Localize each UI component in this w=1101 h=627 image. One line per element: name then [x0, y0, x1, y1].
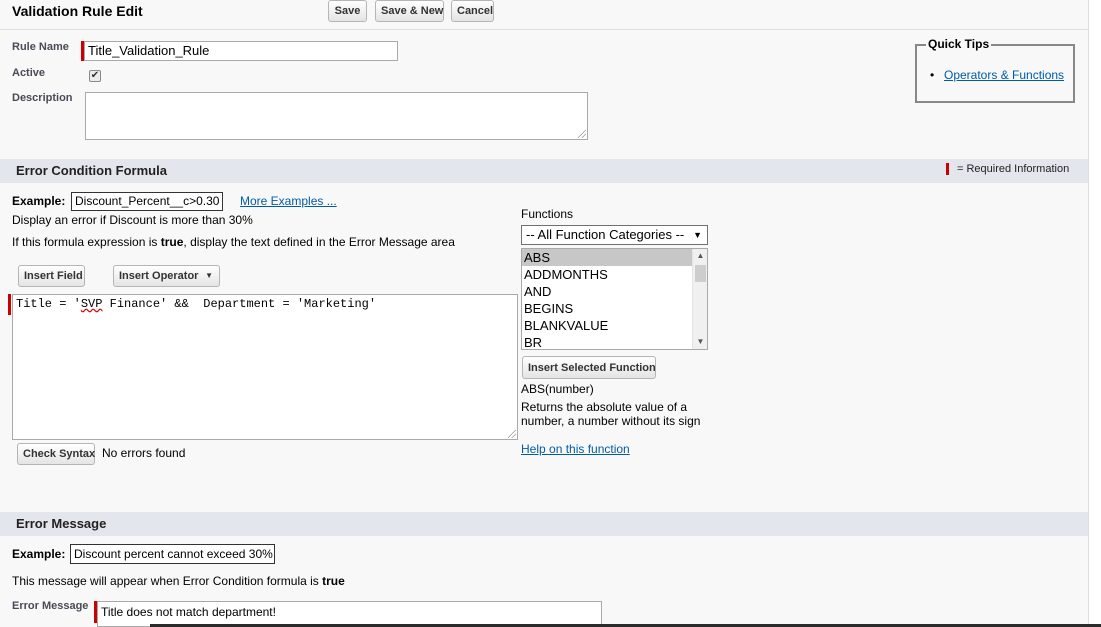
- description-textarea[interactable]: [85, 92, 588, 140]
- function-option[interactable]: AND: [522, 283, 707, 300]
- dropdown-arrow-icon: ▼: [205, 271, 213, 280]
- required-legend-bar: [946, 163, 949, 175]
- error-condition-section-title: Error Condition Formula: [16, 163, 167, 178]
- error-example-label: Example:: [12, 547, 66, 561]
- description-label: Description: [12, 92, 73, 104]
- scroll-up-icon[interactable]: ▲: [693, 249, 707, 263]
- resize-handle-icon[interactable]: [578, 130, 586, 138]
- rule-name-label: Rule Name: [12, 41, 69, 53]
- formula-text: Title = 'SVP Finance' && Department = 'M…: [16, 297, 377, 311]
- active-label: Active: [12, 67, 46, 79]
- cancel-button[interactable]: Cancel: [451, 0, 494, 22]
- save-button[interactable]: Save: [328, 0, 367, 22]
- function-option[interactable]: ADDMONTHS: [522, 266, 707, 283]
- resize-handle-icon[interactable]: [508, 430, 516, 438]
- error-example-message: Discount percent cannot exceed 30%: [70, 544, 275, 564]
- insert-selected-function-button[interactable]: Insert Selected Function: [522, 356, 656, 379]
- example-formula: Discount_Percent__c>0.30: [71, 192, 223, 211]
- active-checkbox[interactable]: ✔: [89, 70, 101, 82]
- page-title: Validation Rule Edit: [12, 3, 143, 19]
- formula-required-indicator: [8, 294, 11, 315]
- function-option[interactable]: BLANKVALUE: [522, 317, 707, 334]
- function-option[interactable]: BEGINS: [522, 300, 707, 317]
- chevron-down-icon: ▼: [693, 230, 702, 240]
- functions-list: ABS ADDMONTHS AND BEGINS BLANKVALUE BR: [522, 249, 707, 349]
- example-label: Example:: [12, 194, 66, 208]
- error-message-section-header: Error Message: [0, 512, 1088, 536]
- function-option[interactable]: ABS: [522, 249, 707, 266]
- function-description: Returns the absolute value of a number, …: [521, 400, 701, 428]
- error-message-section-title: Error Message: [16, 516, 107, 531]
- functions-label: Functions: [521, 207, 574, 221]
- operators-functions-link[interactable]: Operators & Functions: [944, 68, 1064, 82]
- error-message-label: Error Message: [12, 600, 89, 612]
- formula-info-text: If this formula expression is true, disp…: [12, 235, 455, 249]
- scroll-thumb[interactable]: [695, 265, 706, 282]
- check-syntax-button[interactable]: Check Syntax: [17, 443, 95, 465]
- required-legend-text: = Required Information: [957, 163, 1070, 175]
- formula-editor[interactable]: Title = 'SVP Finance' && Department = 'M…: [12, 294, 518, 440]
- function-category-select[interactable]: -- All Function Categories -- ▼: [521, 225, 708, 245]
- help-on-function-link[interactable]: Help on this function: [521, 442, 630, 456]
- header-divider: [0, 29, 1088, 30]
- function-signature: ABS(number): [521, 382, 594, 396]
- function-option[interactable]: BR: [522, 334, 707, 349]
- insert-field-button[interactable]: Insert Field: [18, 265, 85, 287]
- save-and-new-button[interactable]: Save & New: [375, 0, 444, 22]
- error-condition-section-header: Error Condition Formula = Required Infor…: [0, 159, 1088, 183]
- scroll-down-icon[interactable]: ▼: [693, 335, 707, 349]
- bullet-icon: •: [930, 68, 935, 82]
- quick-tips-title: Quick Tips: [926, 37, 992, 51]
- insert-operator-button[interactable]: Insert Operator ▼: [113, 265, 220, 287]
- example-description: Display an error if Discount is more tha…: [12, 213, 253, 227]
- window-right-edge: [1088, 0, 1101, 627]
- page: Validation Rule Edit Save Save & New Can…: [0, 0, 1088, 627]
- functions-listbox[interactable]: ABS ADDMONTHS AND BEGINS BLANKVALUE BR ▲ ▼: [521, 248, 708, 350]
- rule-name-input[interactable]: Title_Validation_Rule: [84, 41, 398, 61]
- syntax-status: No errors found: [102, 446, 186, 460]
- more-examples-link[interactable]: More Examples ...: [240, 194, 337, 208]
- functions-scrollbar[interactable]: ▲ ▼: [692, 249, 707, 349]
- error-message-info: This message will appear when Error Cond…: [12, 574, 345, 588]
